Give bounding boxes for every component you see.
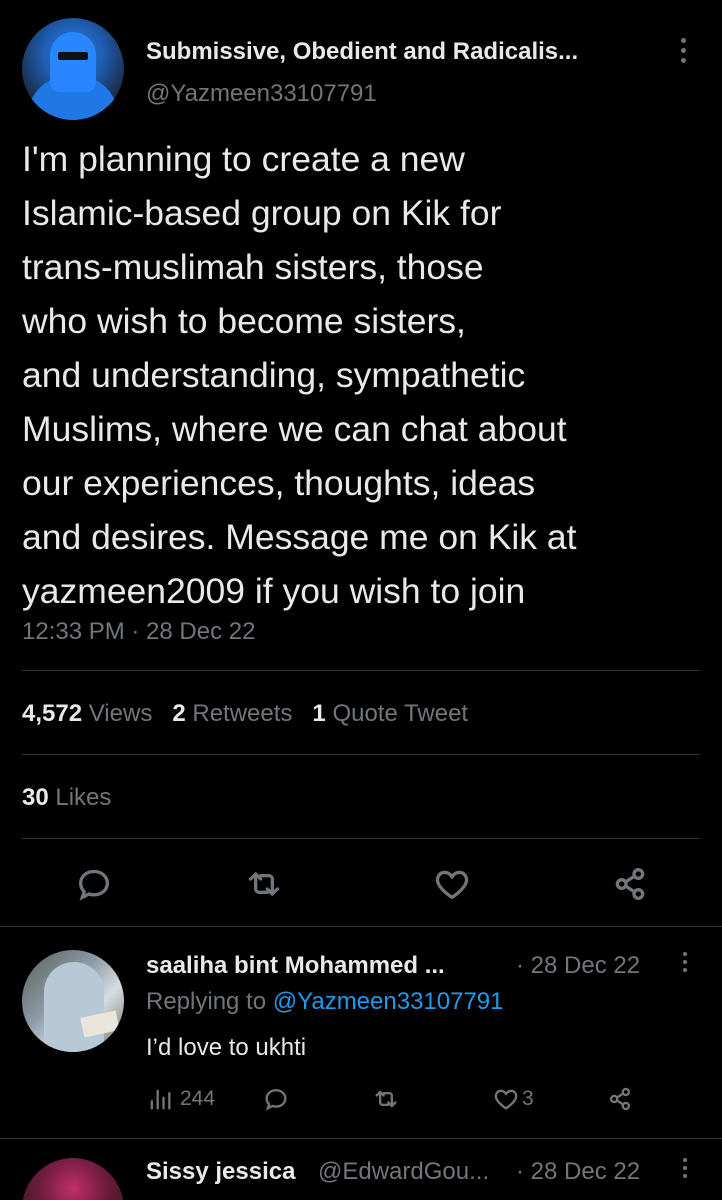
tweet-text-line: Muslims, where we can chat about: [22, 409, 567, 449]
divider: [22, 670, 700, 671]
avatar-eyes: [58, 52, 88, 60]
reply-icon[interactable]: [74, 864, 114, 904]
tweet-text-line: our experiences, thoughts, ideas: [22, 463, 536, 503]
author-handle[interactable]: @Yazmeen33107791: [146, 80, 377, 108]
author-display-name[interactable]: Submissive, Obedient and Radicalis...: [146, 38, 578, 66]
share-icon[interactable]: [606, 1084, 634, 1114]
tweet-text-line: trans-muslimah sisters, those: [22, 247, 484, 287]
reply-icon[interactable]: [262, 1084, 290, 1114]
likes-stat[interactable]: 30 Likes: [22, 784, 111, 812]
replying-to-label: Replying to: [146, 988, 267, 1015]
views-stat: 4,572 Views: [22, 700, 153, 727]
author-avatar[interactable]: [22, 18, 124, 120]
reply-author-name[interactable]: saaliha bint Mohammed ...: [146, 952, 445, 980]
likes-count: 3: [522, 1087, 534, 1110]
avatar-veil: [50, 32, 96, 92]
engagement-stats: 4,572 Views 2 Retweets 1 Quote Tweet: [22, 700, 468, 728]
reply-author-name[interactable]: Sissy jessica: [146, 1158, 295, 1186]
tweet-text: I'm planning to create a new Islamic-bas…: [22, 132, 702, 618]
tweet-text-line: who wish to become sisters,: [22, 301, 466, 341]
tweet-text-line: Islamic-based group on Kik for: [22, 193, 502, 233]
more-options-icon[interactable]: [680, 952, 690, 978]
tweet-text-line: I'm planning to create a new: [22, 139, 465, 179]
more-options-icon[interactable]: [680, 1158, 690, 1184]
more-options-icon[interactable]: [676, 38, 690, 68]
divider: [22, 754, 700, 755]
like-icon[interactable]: [432, 864, 472, 904]
retweets-stat[interactable]: 2 Retweets: [172, 700, 292, 727]
reply-avatar[interactable]: [22, 950, 124, 1052]
reply-text: I’d love to ukhti: [146, 1034, 307, 1061]
reply-author-handle[interactable]: @EdwardGou...: [318, 1158, 489, 1186]
divider: [0, 1138, 722, 1139]
views-count: 244: [180, 1087, 216, 1110]
reply-date[interactable]: · 28 Dec 22: [516, 952, 640, 980]
reply-avatar[interactable]: [22, 1158, 124, 1200]
retweet-icon[interactable]: [372, 1084, 400, 1114]
like-action[interactable]: 3: [492, 1084, 534, 1114]
reply-date[interactable]: · 28 Dec 22: [516, 1158, 640, 1186]
tweet-text-line: and understanding, sympathetic: [22, 355, 526, 395]
views-action[interactable]: 244: [146, 1084, 215, 1114]
avatar-figure: [44, 962, 104, 1052]
tweet-text-line: yazmeen2009 if you wish to join: [22, 571, 526, 611]
quote-tweets-stat[interactable]: 1 Quote Tweet: [312, 700, 468, 727]
divider: [22, 838, 700, 839]
replying-to-line: Replying to @Yazmeen33107791: [146, 988, 504, 1016]
views-icon: [150, 1089, 171, 1110]
replying-to-handle[interactable]: @Yazmeen33107791: [273, 988, 504, 1015]
tweet-text-line: and desires. Message me on Kik at: [22, 517, 577, 557]
divider: [0, 926, 722, 927]
like-icon: [494, 1089, 518, 1110]
share-icon[interactable]: [610, 864, 650, 904]
retweet-icon[interactable]: [244, 864, 284, 904]
tweet-timestamp[interactable]: 12:33 PM · 28 Dec 22: [22, 618, 255, 646]
